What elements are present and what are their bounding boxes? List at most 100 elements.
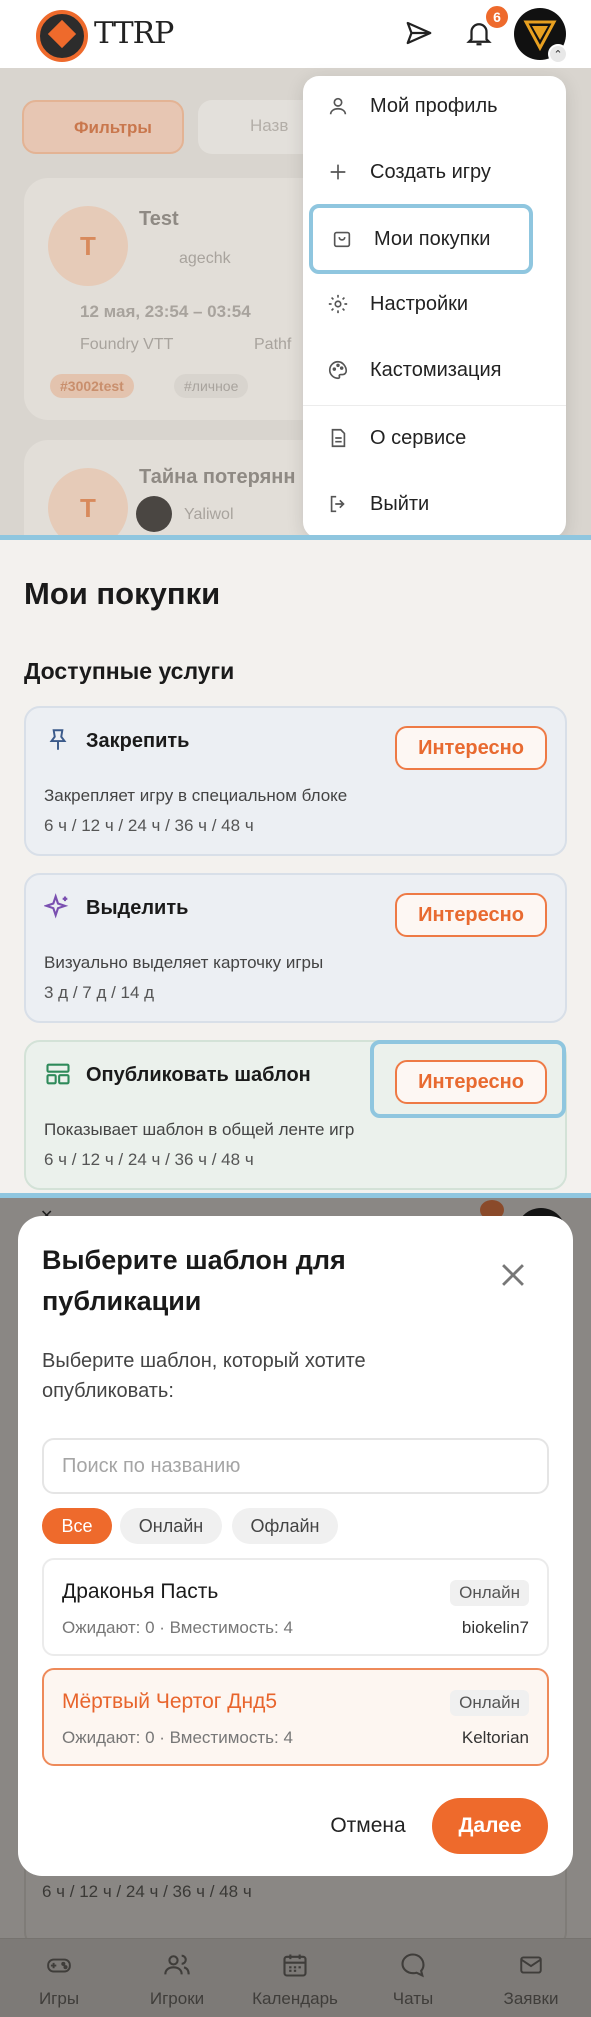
- filter-chip-all[interactable]: Все: [42, 1508, 112, 1544]
- menu-item-profile[interactable]: Мой профиль: [303, 76, 566, 136]
- game-card-title: Test: [139, 208, 179, 230]
- document-icon: [327, 427, 349, 449]
- game-card-date: 12 мая, 23:54 – 03:54: [80, 302, 251, 321]
- tab-chats[interactable]: Чаты: [354, 1939, 472, 2017]
- menu-screen: Фильтры Назв T Test agechk 12 мая, 23:54…: [0, 0, 591, 535]
- highlight-frame: [370, 1040, 566, 1118]
- interested-button[interactable]: Интересно: [395, 726, 547, 770]
- plus-icon: [327, 161, 349, 183]
- interested-button[interactable]: Интересно: [395, 893, 547, 937]
- publish-template-screen: ✕ 6 ч / 12 ч / 24 ч / 36 ч / 48 ч Игры И…: [0, 1198, 591, 2017]
- template-meta: Ожидают: 0 · Вместимость: 4: [62, 1618, 293, 1637]
- menu-item-label: Создать игру: [370, 160, 491, 183]
- template-meta: Ожидают: 0 · Вместимость: 4: [62, 1728, 293, 1747]
- template-owner: biokelin7: [461, 1618, 529, 1637]
- game-card-platform: Foundry VTT: [80, 336, 174, 353]
- template-option-selected[interactable]: Мёртвый Чертог Днд5 Ожидают: 0 · Вместим…: [42, 1668, 549, 1766]
- close-icon[interactable]: [496, 1258, 530, 1292]
- next-button[interactable]: Далее: [432, 1798, 548, 1854]
- sparkle-icon: [44, 893, 72, 921]
- layout-icon: [44, 1060, 72, 1088]
- template-owner: Keltorian: [461, 1728, 529, 1747]
- template-name: Мёртвый Чертог Днд5: [62, 1690, 278, 1713]
- filter-chip-offline[interactable]: Офлайн: [232, 1508, 338, 1544]
- game-card-avatar: T: [48, 468, 128, 535]
- service-description: Визуально выделяет карточку игры: [44, 953, 324, 972]
- menu-item-label: Настройки: [370, 292, 469, 315]
- tab-label: Календарь: [252, 1989, 338, 2008]
- service-title: Выделить: [86, 897, 189, 919]
- modal-subtitle: Выберите шаблон, который хотите опублико…: [42, 1350, 366, 1402]
- tab-calendar[interactable]: Календарь: [236, 1939, 354, 2017]
- menu-item-label: О сервисе: [370, 426, 467, 449]
- template-option[interactable]: Драконья Пасть Ожидают: 0 · Вместимость:…: [42, 1558, 549, 1656]
- service-card-highlight: Выделить Визуально выделяет карточку игр…: [24, 873, 567, 1023]
- template-name: Драконья Пасть: [62, 1580, 219, 1603]
- game-card-author: agechk: [179, 250, 231, 267]
- service-durations: 6 ч / 12 ч / 24 ч / 36 ч / 48 ч: [44, 816, 254, 835]
- logout-icon: [327, 493, 349, 515]
- section-title: Доступные услуги: [24, 658, 235, 684]
- status-badge: Онлайн: [450, 1690, 529, 1716]
- users-icon: [118, 1951, 236, 1979]
- service-durations: 3 д / 7 д / 14 д: [44, 983, 155, 1002]
- game-card-tag: #личное: [174, 374, 249, 398]
- bottom-tab-bar: Игры Игроки Календарь Чаты Заявки: [0, 1938, 591, 2017]
- menu-item-logout[interactable]: Выйти: [303, 474, 566, 534]
- template-search-input[interactable]: [42, 1438, 549, 1494]
- profile-dropdown-menu: Мой профиль Создать игру Мои покупки Нас…: [303, 76, 566, 535]
- notification-badge: 6: [484, 4, 510, 30]
- service-title: Закрепить: [86, 730, 190, 752]
- palette-icon: [327, 359, 349, 381]
- game-card-title: Тайна потерянн: [139, 466, 296, 488]
- gear-icon: [327, 293, 349, 315]
- filter-chip-online[interactable]: Онлайн: [120, 1508, 222, 1544]
- purchases-screen: Мои покупки Доступные услуги Закрепить З…: [0, 540, 591, 1193]
- send-icon[interactable]: [402, 16, 436, 50]
- cancel-button[interactable]: Отмена: [308, 1806, 428, 1846]
- mail-icon: [472, 1951, 590, 1979]
- select-template-modal: Выберите шаблон для публикации Выберите …: [18, 1216, 573, 1876]
- menu-item-settings[interactable]: Настройки: [303, 274, 566, 334]
- menu-item-label: Мой профиль: [370, 94, 498, 117]
- menu-item-label: Мои покупки: [374, 227, 491, 250]
- game-card-tag: #3002test: [50, 374, 134, 398]
- service-durations: 6 ч / 12 ч / 24 ч / 36 ч / 48 ч: [44, 1150, 254, 1169]
- menu-item-customization[interactable]: Кастомизация: [303, 340, 566, 400]
- tab-label: Игроки: [149, 1989, 205, 2008]
- menu-item-about[interactable]: О сервисе: [303, 408, 566, 468]
- tab-games[interactable]: Игры: [0, 1939, 118, 2017]
- modal-title: Выберите шаблон для публикации: [42, 1245, 346, 1316]
- service-description: Закрепляет игру в специальном блоке: [44, 786, 348, 805]
- logo-icon[interactable]: [36, 10, 88, 62]
- page-title: Мои покупки: [24, 576, 221, 611]
- service-title: Опубликовать шаблон: [86, 1064, 311, 1086]
- gamepad-icon: [0, 1951, 118, 1979]
- game-card-system: Pathf: [254, 336, 292, 353]
- service-description: Показывает шаблон в общей ленте игр: [44, 1120, 355, 1139]
- author-avatar: [136, 496, 172, 532]
- filters-button[interactable]: Фильтры: [22, 100, 184, 154]
- game-card-avatar: T: [48, 206, 128, 286]
- menu-item-label: Выйти: [370, 492, 430, 515]
- pin-icon: [44, 726, 72, 754]
- menu-item-label: Кастомизация: [370, 358, 502, 381]
- menu-item-create-game[interactable]: Создать игру: [303, 142, 566, 202]
- filters-label: Фильтры: [74, 118, 152, 137]
- tab-requests[interactable]: Заявки: [472, 1939, 590, 2017]
- chat-icon: [354, 1951, 472, 1979]
- service-durations: 6 ч / 12 ч / 24 ч / 36 ч / 48 ч: [42, 1882, 252, 1901]
- tab-players[interactable]: Игроки: [118, 1939, 236, 2017]
- calendar-icon: [236, 1951, 354, 1979]
- menu-divider: [303, 405, 566, 406]
- service-card-pin: Закрепить Закрепляет игру в специальном …: [24, 706, 567, 856]
- status-badge: Онлайн: [450, 1580, 529, 1606]
- bag-icon: [331, 228, 353, 250]
- logo-text: TTRP: [94, 16, 174, 51]
- game-card-author: Yaliwol: [184, 506, 234, 523]
- tab-label: Чаты: [392, 1989, 434, 2008]
- tab-label: Игры: [38, 1989, 80, 2008]
- user-icon: [327, 95, 349, 117]
- chevron-up-icon[interactable]: ⌃: [548, 44, 568, 64]
- menu-item-purchases[interactable]: Мои покупки: [309, 204, 533, 274]
